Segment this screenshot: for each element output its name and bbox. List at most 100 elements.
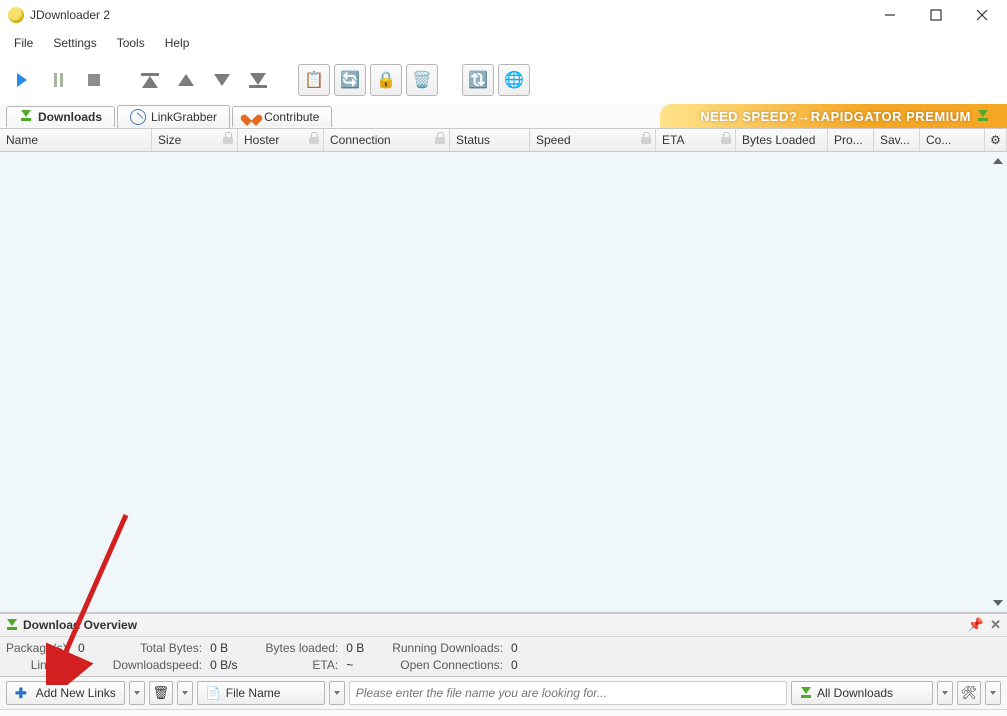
scroll-up-button[interactable] [991,154,1005,168]
menu-file[interactable]: File [4,34,43,52]
move-bottom-button[interactable] [242,64,274,96]
delete-icon: 🗑️ [412,70,432,90]
col-speed[interactable]: Speed [530,129,656,151]
play-button[interactable] [6,64,38,96]
titlebar: JDownloader 2 [0,0,1007,30]
scroll-down-button[interactable] [991,596,1005,610]
auto-reconnect-button[interactable]: 🔄 [334,64,366,96]
ov-totalbytes-label: Total Bytes: [113,641,202,655]
refresh-icon: 🔃 [468,70,488,90]
filter-label: File Name [226,686,281,700]
col-name[interactable]: Name [0,129,152,151]
button-label: All Downloads [817,686,893,700]
maximize-button[interactable] [913,0,959,30]
downloads-table-body [0,152,1007,613]
menu-help[interactable]: Help [155,34,200,52]
column-settings-button[interactable]: ⚙ [985,129,1007,151]
tab-linkgrabber[interactable]: LinkGrabber [117,105,230,128]
download-icon [800,687,812,699]
add-links-dropdown[interactable] [129,681,145,705]
clipboard-button[interactable]: 📋 [298,64,330,96]
all-downloads-button[interactable]: All Downloads [791,681,933,705]
close-button[interactable] [959,0,1005,30]
lock-icon [721,132,731,144]
overview-header: Download Overview 📌 ✕ [0,614,1007,637]
detach-icon[interactable]: 📌 [968,617,984,633]
search-input[interactable] [349,681,787,705]
move-up-button[interactable] [170,64,202,96]
ov-open-value: 0 [511,658,518,672]
menu-settings[interactable]: Settings [43,34,106,52]
ov-links-value: 0 [78,658,85,672]
pause-button[interactable] [42,64,74,96]
lock-icon [641,132,651,144]
ov-dlspeed-value: 0 B/s [210,658,237,672]
app-title: JDownloader 2 [30,8,110,22]
remove-button[interactable]: 🗑️ [406,64,438,96]
file-icon: 📄 [206,686,221,700]
chevron-down-icon [990,691,996,695]
remove-links-button[interactable]: 🗑 [149,681,173,705]
add-new-links-button[interactable]: ✚Add New Links [6,681,125,705]
pause-icon [54,73,63,87]
globe-icon: 🌐 [504,70,524,90]
col-status[interactable]: Status [450,129,530,151]
stop-button[interactable] [78,64,110,96]
all-downloads-dropdown[interactable] [937,681,953,705]
settings-dropdown[interactable] [985,681,1001,705]
move-top-button[interactable] [134,64,166,96]
wrench-icon: 🛠 [961,685,978,701]
chevron-down-icon [334,691,340,695]
ov-links-label: Link(s): [6,658,70,672]
arrow-top-icon [141,73,159,88]
clipboard-icon: 📋 [304,70,324,90]
lock-icon [435,132,445,144]
search-filter-dropdown[interactable] [329,681,345,705]
tab-downloads[interactable]: Downloads [6,106,115,127]
arrow-bottom-icon [249,73,267,88]
ov-open-label: Open Connections: [392,658,503,672]
tab-label: Contribute [264,110,319,124]
button-label: Add New Links [36,686,116,700]
col-progress[interactable]: Pro... [828,129,874,151]
premium-button[interactable]: 🔒 [370,64,402,96]
remove-links-dropdown[interactable] [177,681,193,705]
ov-running-label: Running Downloads: [392,641,503,655]
col-bytes[interactable]: Bytes Loaded [736,129,828,151]
close-overview-button[interactable]: ✕ [990,617,1001,633]
promo-banner[interactable]: NEED SPEED?→RAPIDGATOR PREMIUM [660,104,1007,128]
ov-dlspeed-label: Downloadspeed: [113,658,202,672]
arrow-down-icon [214,74,230,86]
ov-eta-value: ~ [346,658,364,672]
gear-icon: ⚙ [990,133,1001,147]
stop-icon [88,74,100,86]
link-icon [130,109,146,125]
tab-contribute[interactable]: Contribute [232,106,332,127]
status-bar: ✚ Add a Premium Account... ⧉ ≣ [0,709,1007,716]
update-button[interactable]: 🔃 [462,64,494,96]
download-icon [6,619,18,631]
col-eta[interactable]: ETA [656,129,736,151]
col-saveto[interactable]: Sav... [874,129,920,151]
col-comment[interactable]: Co... [920,129,985,151]
search-filter-button[interactable]: 📄 File Name [197,681,325,705]
col-size[interactable]: Size [152,129,238,151]
settings-button[interactable]: 🛠 [957,681,981,705]
minimize-button[interactable] [867,0,913,30]
ov-packages-value: 0 [78,641,85,655]
tab-label: Downloads [38,110,102,124]
col-hoster[interactable]: Hoster [238,129,324,151]
lock-icon: 🔒 [376,70,396,90]
ov-loaded-value: 0 B [346,641,364,655]
download-icon [19,110,33,124]
reconnect-now-button[interactable]: 🌐 [498,64,530,96]
overview-body: Package(s):0 Link(s):0 Total Bytes:0 B D… [0,637,1007,676]
ov-eta-label: ETA: [265,658,338,672]
menu-tools[interactable]: Tools [107,34,155,52]
tabs-row: Downloads LinkGrabber Contribute NEED SP… [0,104,1007,128]
trash-icon: 🗑 [153,685,170,701]
tab-label: LinkGrabber [151,110,217,124]
reconnect-icon: 🔄 [340,70,360,90]
col-connection[interactable]: Connection [324,129,450,151]
move-down-button[interactable] [206,64,238,96]
